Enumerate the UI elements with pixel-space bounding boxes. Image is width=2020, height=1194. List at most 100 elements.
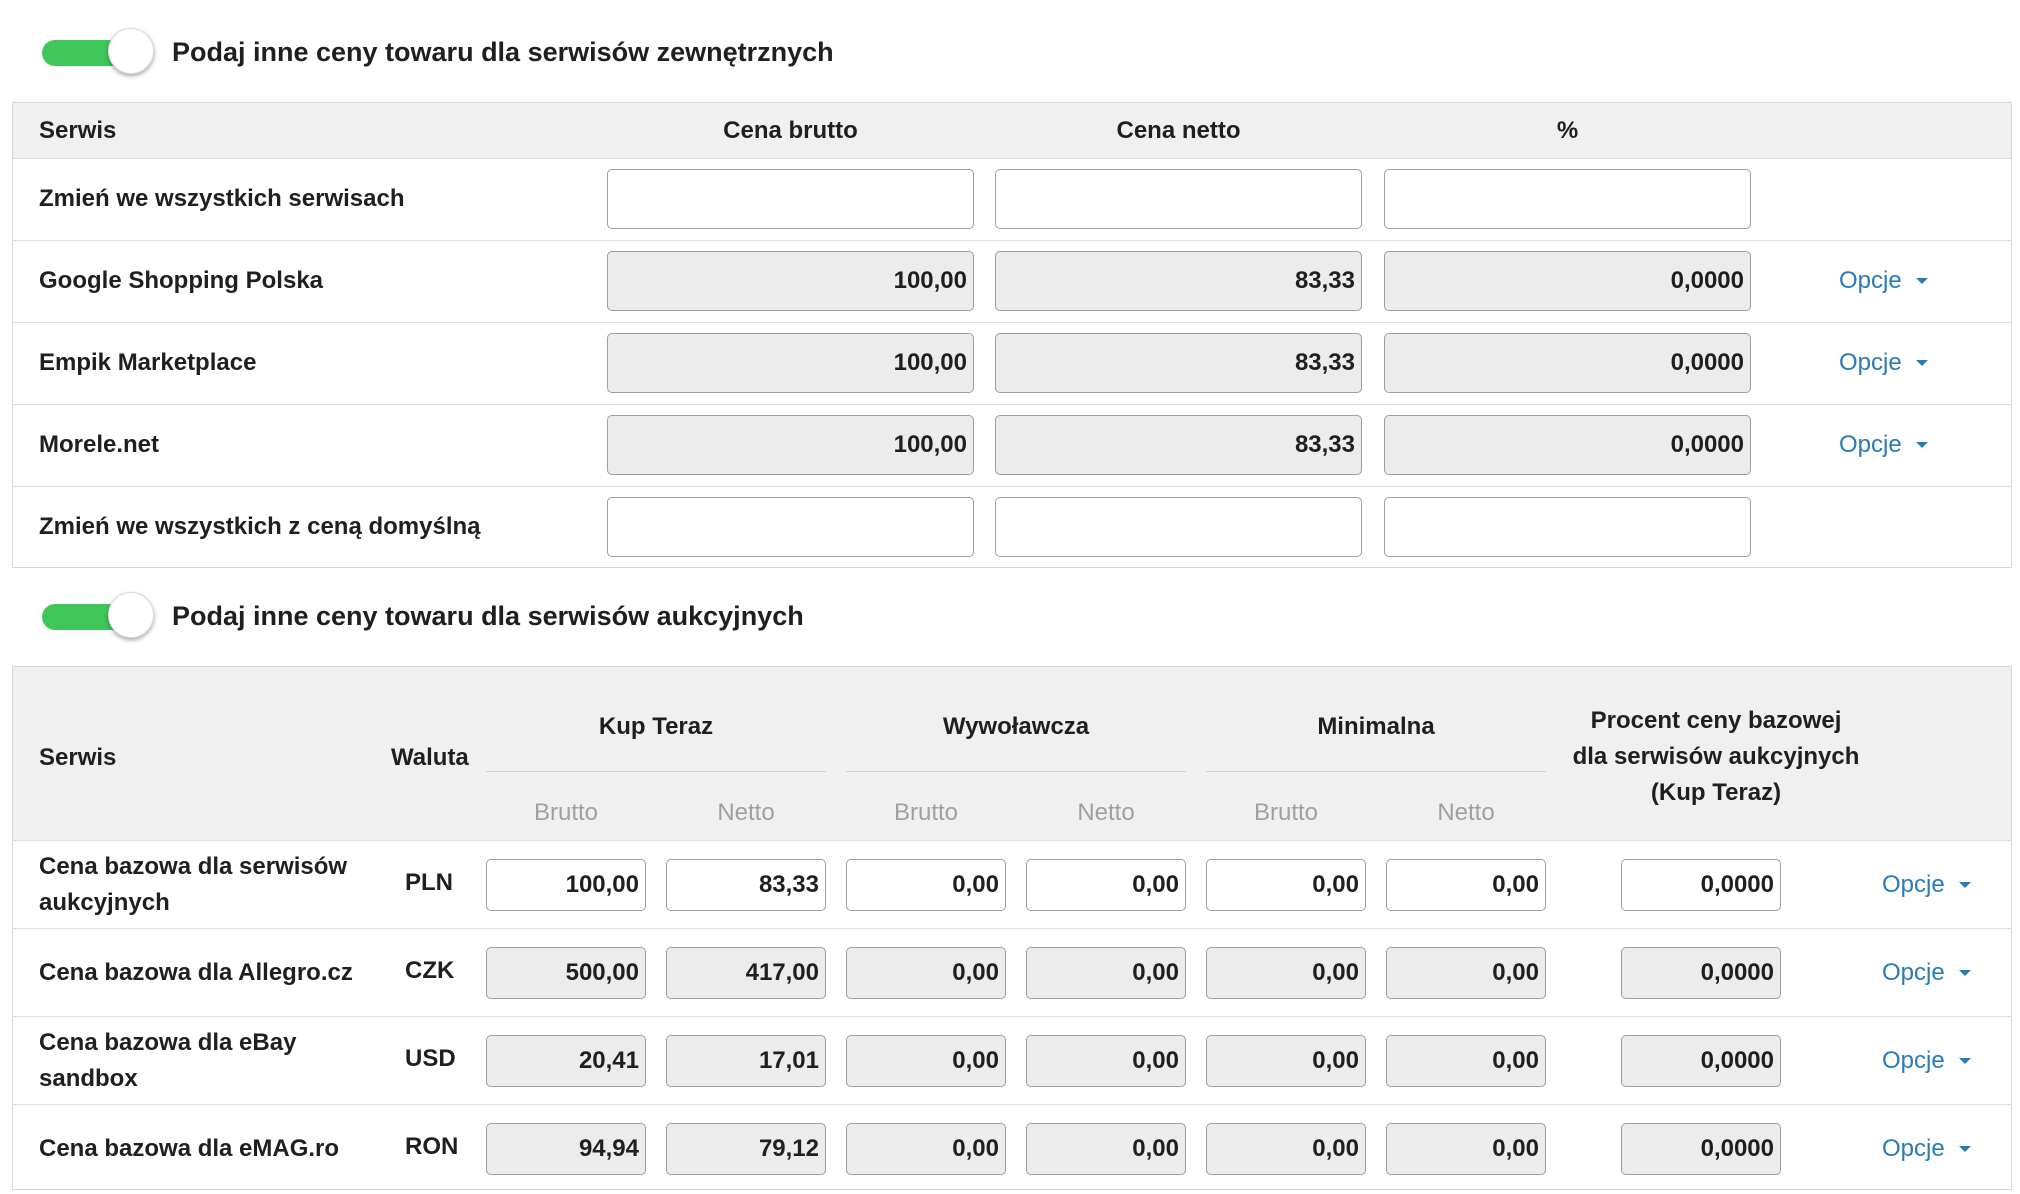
base-price-percent-input[interactable] (1621, 947, 1781, 999)
gross-price-input[interactable] (607, 251, 974, 311)
gross-price-input[interactable] (607, 169, 974, 229)
starting-gross-input[interactable] (846, 947, 1006, 999)
service-name: Cena bazowa dla Allegro.cz (39, 955, 353, 991)
options-dropdown[interactable]: Opcje (1882, 871, 1971, 899)
net-price-input[interactable] (995, 415, 1362, 475)
starting-net-input[interactable] (1026, 859, 1186, 911)
header-service: Serwis (39, 744, 117, 771)
table-row: Cena bazowa dla serwisów aukcyjnych PLN Opc… (13, 841, 2011, 929)
auction-services-toggle-row: Podaj inne ceny towaru dla serwisów aukc… (42, 592, 804, 640)
percent-input[interactable] (1384, 497, 1751, 557)
service-name-line: Cena bazowa dla serwisów (39, 853, 348, 880)
table-row: Morele.net Opcje (13, 405, 2011, 487)
subheader-net: Netto (717, 799, 775, 826)
external-services-toggle-row: Podaj inne ceny towaru dla serwisów zewn… (42, 28, 834, 76)
table-header: Serwis Cena brutto Cena netto % (13, 103, 2011, 159)
buy-now-gross-input[interactable] (486, 859, 646, 911)
header-percent-line: dla serwisów aukcyjnych (1572, 743, 1860, 770)
starting-net-input[interactable] (1026, 947, 1186, 999)
minimum-net-input[interactable] (1386, 1035, 1546, 1087)
toggle-knob (108, 592, 154, 638)
base-price-percent-input[interactable] (1621, 1035, 1781, 1087)
options-dropdown[interactable]: Opcje (1839, 349, 1928, 377)
service-name: Empik Marketplace (39, 349, 257, 376)
minimum-net-input[interactable] (1386, 1123, 1546, 1175)
buy-now-gross-input[interactable] (486, 1035, 646, 1087)
caret-down-icon (1915, 442, 1928, 448)
caret-down-icon (1958, 1058, 1971, 1064)
base-price-percent-input[interactable] (1621, 1123, 1781, 1175)
gross-price-input[interactable] (607, 333, 974, 393)
options-label: Opcje (1882, 1047, 1945, 1074)
auction-services-toggle[interactable] (42, 592, 154, 640)
gross-price-input[interactable] (607, 497, 974, 557)
service-name: Cena bazowa dla eMAG.ro (39, 1131, 339, 1167)
percent-input[interactable] (1384, 169, 1751, 229)
header-percent: % (1556, 117, 1579, 144)
gross-price-input[interactable] (607, 415, 974, 475)
base-price-percent-input[interactable] (1621, 859, 1781, 911)
options-label: Opcje (1882, 959, 1945, 986)
percent-input[interactable] (1384, 415, 1751, 475)
options-dropdown[interactable]: Opcje (1882, 959, 1971, 987)
minimum-gross-input[interactable] (1206, 1123, 1366, 1175)
table-row: Cena bazowa dla eBay sandbox USD Opcje (13, 1017, 2011, 1105)
caret-down-icon (1958, 970, 1971, 976)
starting-net-input[interactable] (1026, 1035, 1186, 1087)
header-percent-line: (Kup Teraz) (1650, 779, 1782, 806)
minimum-net-input[interactable] (1386, 947, 1546, 999)
minimum-gross-input[interactable] (1206, 859, 1366, 911)
percent-input[interactable] (1384, 251, 1751, 311)
toggle-knob (108, 28, 154, 74)
options-dropdown[interactable]: Opcje (1839, 431, 1928, 459)
external-services-toggle[interactable] (42, 28, 154, 76)
minimum-gross-input[interactable] (1206, 947, 1366, 999)
service-name-line: aukcyjnych (39, 889, 170, 916)
table-row: Cena bazowa dla eMAG.ro RON Opcje (13, 1105, 2011, 1193)
divider (846, 771, 1186, 772)
options-dropdown[interactable]: Opcje (1882, 1135, 1971, 1163)
minimum-net-input[interactable] (1386, 859, 1546, 911)
options-label: Opcje (1882, 1135, 1945, 1162)
subheader-gross: Brutto (1253, 799, 1319, 826)
price-settings-page: Podaj inne ceny towaru dla serwisów zewn… (0, 0, 2020, 1194)
subheader-gross: Brutto (893, 799, 959, 826)
buy-now-net-input[interactable] (666, 947, 826, 999)
header-minimum-price: Minimalna (1317, 713, 1435, 740)
percent-input[interactable] (1384, 333, 1751, 393)
buy-now-gross-input[interactable] (486, 1123, 646, 1175)
auction-services-table: Serwis Waluta Kup Teraz Brutto Netto Wyw… (12, 666, 2012, 1190)
caret-down-icon (1958, 1146, 1971, 1152)
subheader-net: Netto (1437, 799, 1495, 826)
header-starting-price: Wywoławcza (942, 713, 1090, 740)
header-buy-now: Kup Teraz (598, 713, 714, 740)
buy-now-net-input[interactable] (666, 1123, 826, 1175)
net-price-input[interactable] (995, 333, 1362, 393)
currency-code: CZK (405, 957, 455, 984)
buy-now-net-input[interactable] (666, 1035, 826, 1087)
net-price-input[interactable] (995, 251, 1362, 311)
minimum-gross-input[interactable] (1206, 1035, 1366, 1087)
table-row: Zmień we wszystkich z ceną domyślną (13, 487, 2011, 569)
external-services-table: Serwis Cena brutto Cena netto % Zmień we… (12, 102, 2012, 568)
net-price-input[interactable] (995, 497, 1362, 557)
starting-gross-input[interactable] (846, 1035, 1006, 1087)
divider (486, 771, 826, 772)
service-name: Cena bazowa dla eBay sandbox (39, 1025, 296, 1097)
header-base-price-percent: Procent ceny bazowej dla serwisów aukcyj… (1566, 703, 1866, 811)
starting-net-input[interactable] (1026, 1123, 1186, 1175)
starting-gross-input[interactable] (846, 1123, 1006, 1175)
buy-now-gross-input[interactable] (486, 947, 646, 999)
options-label: Opcje (1839, 431, 1902, 458)
caret-down-icon (1915, 360, 1928, 366)
header-service: Serwis (39, 117, 117, 144)
subheader-gross: Brutto (533, 799, 599, 826)
table-row: Cena bazowa dla Allegro.cz CZK Opcje (13, 929, 2011, 1017)
options-dropdown[interactable]: Opcje (1839, 267, 1928, 295)
table-row: Empik Marketplace Opcje (13, 323, 2011, 405)
starting-gross-input[interactable] (846, 859, 1006, 911)
header-net-price: Cena netto (1116, 117, 1241, 144)
net-price-input[interactable] (995, 169, 1362, 229)
options-dropdown[interactable]: Opcje (1882, 1047, 1971, 1075)
buy-now-net-input[interactable] (666, 859, 826, 911)
